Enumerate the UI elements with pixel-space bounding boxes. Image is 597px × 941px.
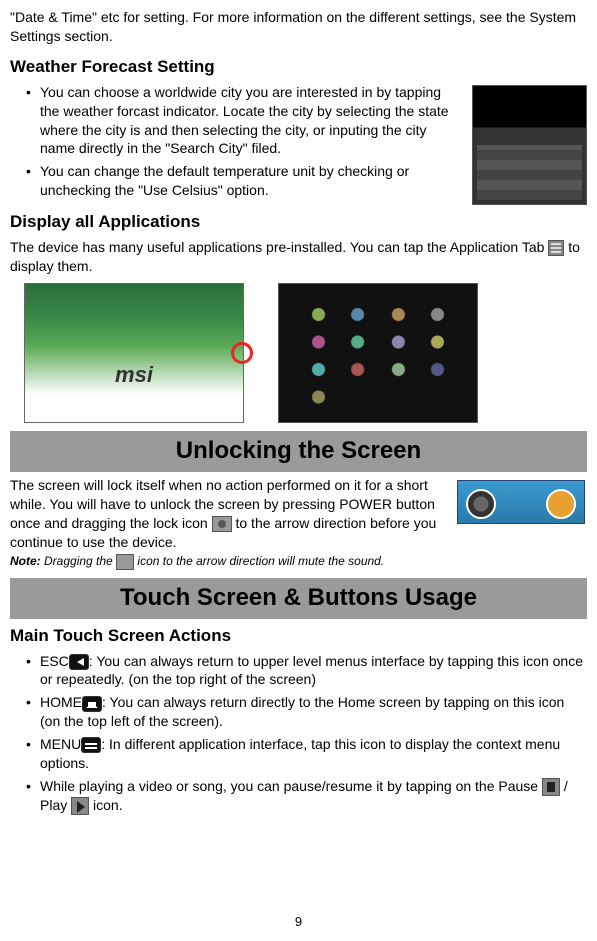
- play-pause-action: While playing a video or song, you can p…: [26, 777, 587, 816]
- home-action: HOME: You can always return directly to …: [26, 693, 587, 731]
- display-apps-text: The device has many useful applications …: [10, 238, 587, 276]
- unlocking-banner: Unlocking the Screen: [10, 431, 587, 471]
- apps-grid-screenshot: [278, 283, 478, 423]
- touch-banner: Touch Screen & Buttons Usage: [10, 578, 587, 618]
- touch-actions-heading: Main Touch Screen Actions: [10, 625, 587, 648]
- intro-paragraph: "Date & Time" etc for setting. For more …: [10, 8, 587, 46]
- esc-action: ESC: You can always return to upper leve…: [26, 652, 587, 690]
- play-icon: [71, 797, 89, 815]
- pause-icon: [542, 778, 560, 796]
- page-number: 9: [0, 913, 597, 931]
- menu-action: MENU: In different application interface…: [26, 735, 587, 773]
- menu-icon: [81, 737, 101, 753]
- esc-icon: [69, 654, 89, 670]
- display-apps-heading: Display all Applications: [10, 211, 587, 234]
- lock-bar-screenshot: [457, 480, 585, 524]
- red-circle-highlight: [231, 342, 253, 364]
- home-icon: [82, 696, 102, 712]
- speaker-icon: [116, 554, 134, 570]
- weather-heading: Weather Forecast Setting: [10, 56, 587, 79]
- lock-icon: [212, 516, 232, 532]
- weather-bullet: You can change the default temperature u…: [26, 162, 587, 200]
- app-tab-icon: [548, 240, 564, 256]
- desktop-screenshot: [24, 283, 244, 423]
- weather-bullet: You can choose a worldwide city you are …: [26, 83, 587, 159]
- unlocking-note: Note: Dragging the icon to the arrow dir…: [10, 553, 587, 570]
